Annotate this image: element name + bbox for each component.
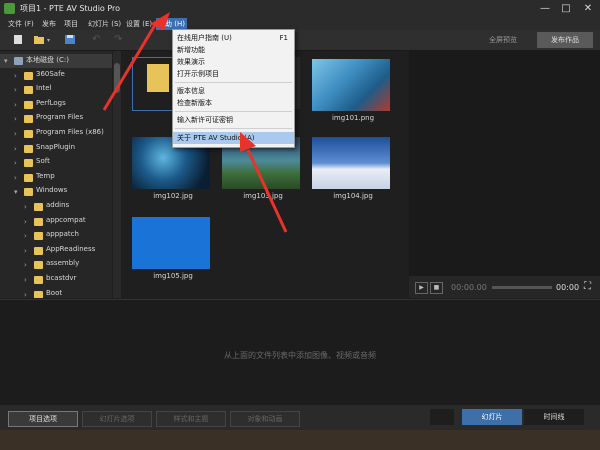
annotation-arrowhead xyxy=(240,132,256,152)
annotation-arrow-line xyxy=(246,149,288,233)
annotation-arrows xyxy=(102,12,288,233)
annotation-arrow-line xyxy=(102,19,160,111)
